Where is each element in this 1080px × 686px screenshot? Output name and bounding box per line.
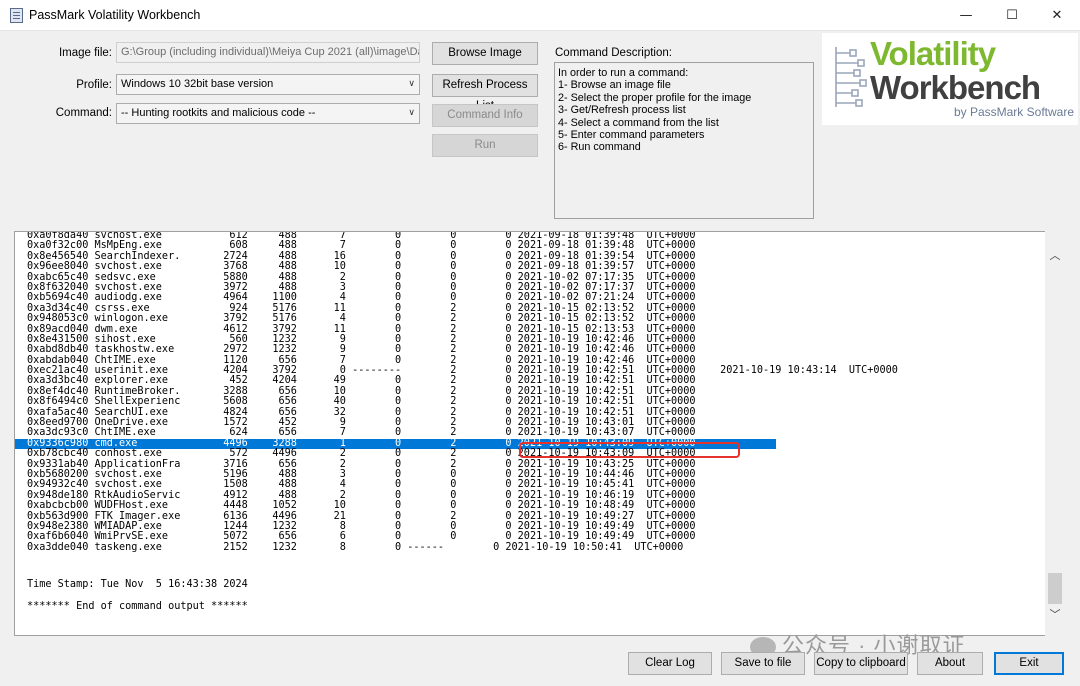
description-line: 6- Run command — [558, 141, 641, 154]
image-file-label: Image file: — [58, 47, 112, 59]
run-button[interactable]: Run — [432, 134, 538, 157]
command-description-box: In order to run a command: 1- Browse an … — [554, 62, 814, 219]
save-to-file-button[interactable]: Save to file — [721, 652, 805, 675]
copy-to-clipboard-button[interactable]: Copy to clipboard — [814, 652, 908, 675]
output-line[interactable]: 0x96ee8040 svchost.exe 3768 488 10 0 0 0… — [27, 261, 1037, 272]
close-button[interactable]: ✕ — [1034, 0, 1080, 31]
end-of-output-line: ******* End of command output ****** — [27, 601, 248, 612]
refresh-process-list-button[interactable]: Refresh Process List — [432, 74, 538, 112]
output-line[interactable]: 0x948053c0 winlogon.exe 3792 5176 4 0 2 … — [27, 313, 1037, 324]
chevron-down-icon: ∨ — [408, 108, 415, 118]
command-description-label: Command Description: — [555, 47, 672, 59]
vertical-scrollbar[interactable]: ︿ ﹀ — [1045, 231, 1065, 636]
scrollbar-thumb[interactable] — [1048, 573, 1062, 604]
command-info-button[interactable]: Command Info — [432, 104, 538, 127]
profile-value: Windows 10 32bit base version — [121, 78, 274, 90]
logo-title-line1: Volatility — [870, 35, 996, 72]
chevron-down-icon: ∨ — [408, 79, 415, 89]
logo-byline: by PassMark Software — [953, 105, 1074, 119]
minimize-button[interactable]: — — [943, 0, 989, 31]
app-icon — [10, 8, 23, 23]
output-lines: 0xa0f8da40 svchost.exe 612 488 7 0 0 0 2… — [15, 232, 1037, 553]
window-title: PassMark Volatility Workbench — [29, 8, 201, 22]
description-line: 4- Select a command from the list — [558, 116, 719, 129]
description-line: 5- Enter command parameters — [558, 129, 705, 142]
command-value: -- Hunting rootkits and malicious code -… — [121, 107, 316, 119]
logo-title-line2: Workbench — [870, 69, 1041, 106]
description-line: 1- Browse an image file — [558, 79, 671, 92]
scroll-up-icon[interactable]: ︿ — [1045, 247, 1065, 263]
about-button[interactable]: About — [917, 652, 983, 675]
scroll-down-icon[interactable]: ﹀ — [1045, 606, 1065, 622]
command-label: Command: — [55, 107, 112, 119]
output-line[interactable]: 0xabcbcb00 WUDFHost.exe 4448 1052 10 0 0… — [27, 500, 1037, 511]
highlight-annotation — [519, 442, 740, 458]
title-bar: PassMark Volatility Workbench — ☐ ✕ — [0, 0, 1080, 31]
description-line: In order to run a command: — [558, 67, 689, 79]
browse-image-button[interactable]: Browse Image — [432, 42, 538, 65]
timestamp-line: Time Stamp: Tue Nov 5 16:43:38 2024 — [27, 579, 248, 590]
volatility-workbench-logo: Volatility Workbench by PassMark Softwar… — [822, 33, 1078, 125]
exit-button[interactable]: Exit — [994, 652, 1064, 675]
profile-select[interactable]: Windows 10 32bit base version ∨ — [116, 74, 420, 95]
description-line: 2- Select the proper profile for the ima… — [558, 91, 752, 104]
description-line: 3- Get/Refresh process list — [558, 104, 686, 117]
output-line[interactable]: 0xa3dde040 taskeng.exe 2152 1232 8 0 ---… — [27, 542, 1037, 553]
maximize-button[interactable]: ☐ — [989, 0, 1035, 31]
command-output-area[interactable]: 0xa0f8da40 svchost.exe 612 488 7 0 0 0 2… — [14, 231, 1065, 636]
image-file-field[interactable]: G:\Group (including individual)\Meiya Cu… — [116, 42, 420, 63]
command-select[interactable]: -- Hunting rootkits and malicious code -… — [116, 103, 420, 124]
profile-label: Profile: — [76, 79, 112, 91]
clear-log-button[interactable]: Clear Log — [628, 652, 712, 675]
